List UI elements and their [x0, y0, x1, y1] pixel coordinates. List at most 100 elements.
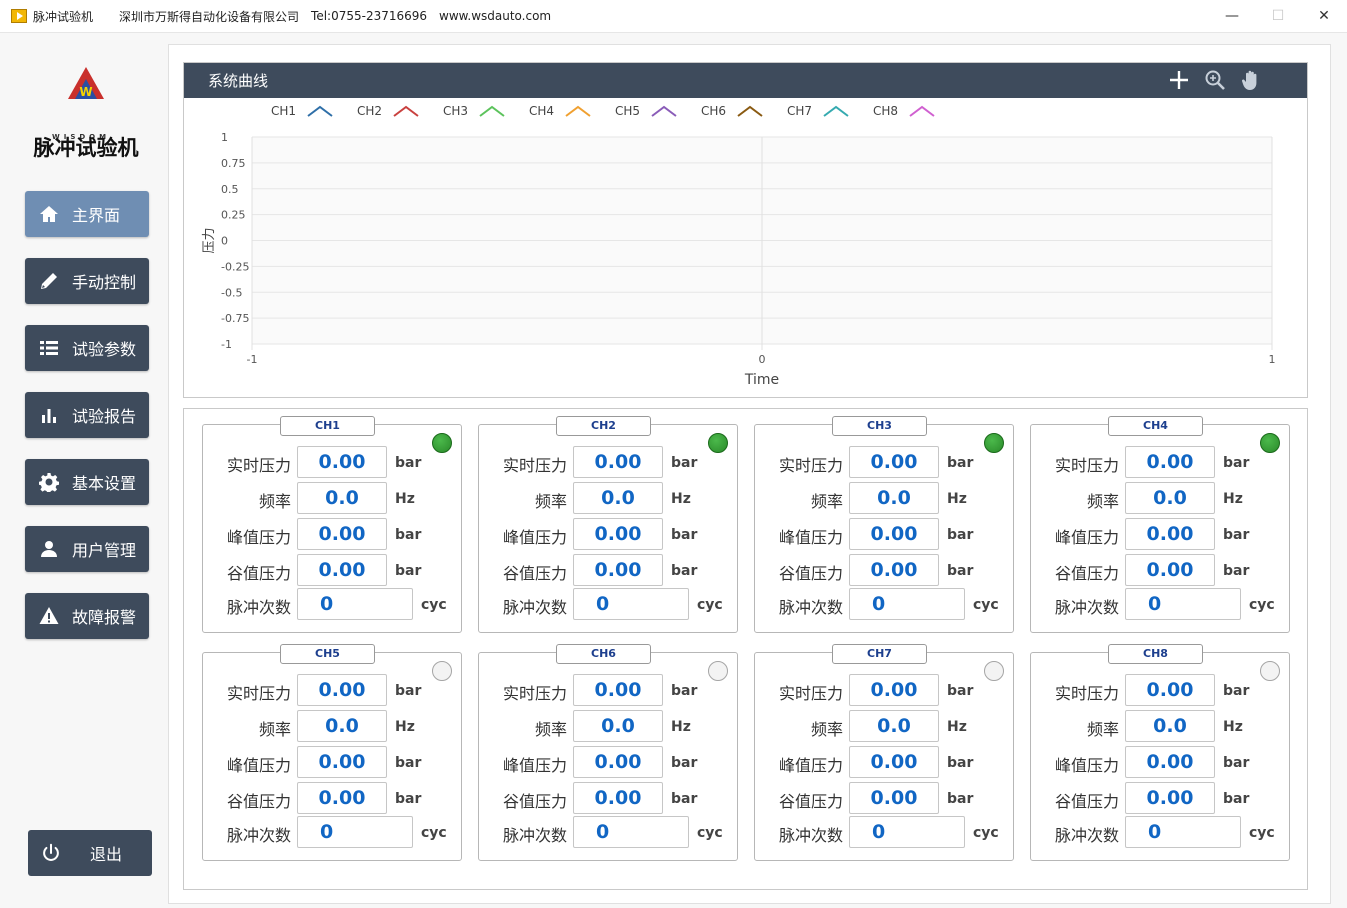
x-axis-label: Time [744, 372, 779, 388]
freq-value: 0.0 [573, 482, 663, 514]
field-label: 峰值压力 [778, 528, 843, 547]
x-tick-label: 1 [1269, 353, 1276, 366]
channel-row-peak: 峰值压力 0.00 bar [1031, 518, 1289, 550]
field-label: 峰值压力 [226, 528, 291, 547]
x-tick-label: -1 [247, 353, 258, 366]
chart-toolbar [1168, 69, 1262, 91]
field-label: 谷值压力 [502, 792, 567, 811]
field-label: 频率 [1086, 720, 1119, 739]
count-value: 0 [1125, 588, 1241, 620]
channel-card-ch3: CH3 实时压力 0.00 bar 频率 0.0 Hz 峰值压力 0.00 bar 谷值压力 0.00… [754, 416, 1014, 633]
channel-card-ch2: CH2 实时压力 0.00 bar 频率 0.0 Hz 峰值压力 0.00 bar 谷值压力 0.00… [478, 416, 738, 633]
channel-row-realtime: 实时压力 0.00 bar [755, 446, 1013, 478]
freq-value: 0.0 [297, 482, 387, 514]
unit-label: cyc [697, 597, 723, 613]
close-button[interactable]: ✕ [1301, 0, 1347, 32]
company-tel: Tel:0755-23716696 [311, 9, 428, 23]
channel-row-count: 脉冲次数 0 cyc [755, 588, 1013, 620]
channel-row-freq: 频率 0.0 Hz [755, 482, 1013, 514]
sidebar-item-0[interactable]: 主界面 [25, 191, 149, 237]
sidebar-item-1[interactable]: 手动控制 [25, 258, 149, 304]
company-website: www.wsdauto.com [439, 9, 552, 23]
channel-row-peak: 峰值压力 0.00 bar [479, 518, 737, 550]
unit-label: Hz [671, 491, 691, 507]
channel-card-ch5: CH5 实时压力 0.00 bar 频率 0.0 Hz 峰值压力 0.00 bar 谷值压力 0.00… [202, 644, 462, 861]
peak-value: 0.00 [849, 518, 939, 550]
sidebar-item-6[interactable]: 故障报警 [25, 593, 149, 639]
unit-label: Hz [395, 491, 415, 507]
channel-card-ch8: CH8 实时压力 0.00 bar 频率 0.0 Hz 峰值压力 0.00 bar 谷值压力 0.00… [1030, 644, 1290, 861]
crosshair-icon[interactable] [1168, 69, 1190, 91]
unit-label: Hz [947, 491, 967, 507]
chart-plot[interactable]: 1 0.75 0.5 0.25 0 -0.25 -0.5 -0.75 -1 -1 0 1 Time 压力 [184, 98, 1307, 397]
count-value: 0 [1125, 816, 1241, 848]
channel-row-valley: 谷值压力 0.00 bar [203, 554, 461, 586]
peak-value: 0.00 [573, 518, 663, 550]
field-label: 频率 [1086, 492, 1119, 511]
minimize-button[interactable]: — [1209, 0, 1255, 32]
chart-header: 系统曲线 [184, 63, 1307, 98]
pan-hand-icon[interactable] [1240, 69, 1262, 91]
y-tick-label: 0.5 [221, 183, 239, 196]
field-label: 峰值压力 [1054, 528, 1119, 547]
unit-label: cyc [1249, 597, 1275, 613]
channel-row-realtime: 实时压力 0.00 bar [1031, 674, 1289, 706]
unit-label: Hz [1223, 491, 1243, 507]
exit-label: 退出 [90, 845, 123, 864]
unit-label: bar [671, 563, 698, 579]
unit-label: bar [1223, 455, 1250, 471]
valley-value: 0.00 [573, 782, 663, 814]
valley-value: 0.00 [573, 554, 663, 586]
channel-row-freq: 频率 0.0 Hz [479, 710, 737, 742]
field-label: 实时压力 [1054, 684, 1119, 703]
channel-row-valley: 谷值压力 0.00 bar [203, 782, 461, 814]
field-label: 峰值压力 [502, 756, 567, 775]
channel-row-valley: 谷值压力 0.00 bar [479, 554, 737, 586]
channel-row-count: 脉冲次数 0 cyc [755, 816, 1013, 848]
unit-label: cyc [421, 825, 447, 841]
valley-value: 0.00 [297, 782, 387, 814]
wisdom-logo-icon: W [68, 67, 104, 99]
unit-label: cyc [973, 597, 999, 613]
channel-tag: CH5 [280, 644, 375, 664]
sidebar-item-label: 手动控制 [72, 273, 137, 292]
realtime-value: 0.00 [1125, 446, 1215, 478]
count-value: 0 [573, 588, 689, 620]
channel-row-count: 脉冲次数 0 cyc [203, 816, 461, 848]
field-label: 实时压力 [778, 684, 843, 703]
y-tick-label: -0.5 [221, 286, 242, 299]
channel-card-ch4: CH4 实时压力 0.00 bar 频率 0.0 Hz 峰值压力 0.00 bar 谷值压力 0.00… [1030, 416, 1290, 633]
unit-label: bar [671, 755, 698, 771]
unit-label: bar [947, 563, 974, 579]
channel-row-peak: 峰值压力 0.00 bar [755, 518, 1013, 550]
field-label: 脉冲次数 [778, 826, 843, 845]
valley-value: 0.00 [1125, 782, 1215, 814]
channel-row-peak: 峰值压力 0.00 bar [479, 746, 737, 778]
valley-value: 0.00 [849, 554, 939, 586]
field-label: 脉冲次数 [502, 826, 567, 845]
channel-row-realtime: 实时压力 0.00 bar [479, 674, 737, 706]
channel-row-count: 脉冲次数 0 cyc [1031, 588, 1289, 620]
y-axis-label: 压力 [202, 227, 217, 253]
field-label: 谷值压力 [778, 792, 843, 811]
window-controls: — ☐ ✕ [1209, 0, 1347, 32]
sidebar-item-5[interactable]: 用户管理 [25, 526, 149, 572]
app-name: 脉冲试验机 [33, 136, 139, 160]
power-icon [43, 843, 59, 861]
maximize-button[interactable]: ☐ [1255, 0, 1301, 32]
sidebar-item-label: 试验参数 [72, 340, 137, 359]
sidebar-item-4[interactable]: 基本设置 [25, 459, 149, 505]
field-label: 实时压力 [778, 456, 843, 475]
exit-button[interactable]: 退出 [28, 830, 152, 876]
sidebar-item-2[interactable]: 试验参数 [25, 325, 149, 371]
sidebar-item-3[interactable]: 试验报告 [25, 392, 149, 438]
realtime-value: 0.00 [849, 446, 939, 478]
unit-label: Hz [1223, 719, 1243, 735]
x-tick-label: 0 [759, 353, 766, 366]
channel-row-peak: 峰值压力 0.00 bar [755, 746, 1013, 778]
field-label: 峰值压力 [502, 528, 567, 547]
field-label: 脉冲次数 [226, 598, 291, 617]
field-label: 峰值压力 [226, 756, 291, 775]
channel-row-realtime: 实时压力 0.00 bar [479, 446, 737, 478]
zoom-icon[interactable] [1204, 69, 1226, 91]
